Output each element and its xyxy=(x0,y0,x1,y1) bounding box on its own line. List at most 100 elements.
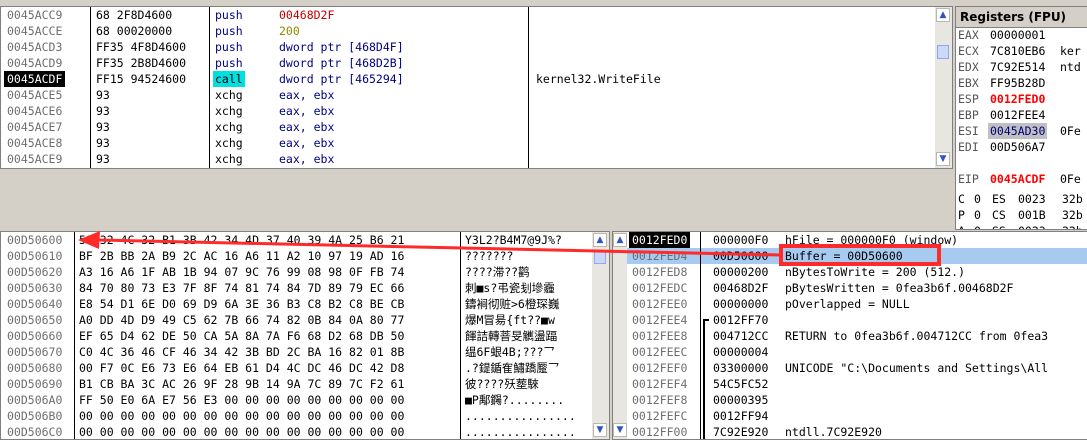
stack-row[interactable]: 0012FED0 000000F0 hFile = 000000F0 (window… xyxy=(627,232,1087,248)
stack-value: 00000200 xyxy=(713,265,769,279)
disasm-row[interactable]: 0045ACD3 FF35 4F8D4600 push dword ptr [468D… xyxy=(1,39,934,55)
stack-row[interactable]: 0012FEF0 03300000 UNICODE "C:\Documents an… xyxy=(627,360,1087,376)
registers-pane[interactable]: Registers (FPU) EAX 00000001 ECX 7C810EB6 ke… xyxy=(955,6,1087,230)
register-name: ESP xyxy=(958,92,979,106)
disasm-operand: 200 xyxy=(279,24,300,38)
register-name: ESI xyxy=(958,124,979,138)
stack-row[interactable]: 0012FEFC 0012FF94 xyxy=(627,408,1087,424)
dump-row[interactable]: 00D50600 59 32 4C 32 B1 3B 42 34 4D 37 40… xyxy=(1,232,591,248)
disasm-row[interactable]: 0045ACE6 93 xchg eax, ebx xyxy=(1,103,934,119)
stack-row[interactable]: 0012FEE4 0012FF70 xyxy=(627,312,1087,328)
dump-hex: B1 CB BA 3C AC 26 9F 28 9B 14 9A 7C 89 7… xyxy=(79,377,405,391)
register-value: 7C92E514 xyxy=(990,60,1046,74)
scroll-up-icon[interactable]: ▲ xyxy=(936,8,950,22)
stack-value: 54C5FC52 xyxy=(713,377,769,391)
register-annotation: 0Fe xyxy=(1060,124,1081,138)
dump-row[interactable]: 00D50630 84 70 80 73 E3 7F 8F 74 81 74 84… xyxy=(1,280,591,296)
dump-ascii: ................ xyxy=(465,425,576,439)
dump-address: 00D50670 xyxy=(7,345,63,359)
stack-row[interactable]: 0012FEE8 004712CC RETURN to 0fea3b6f.00471… xyxy=(627,328,1087,344)
disassembly-pane[interactable]: 0045ACC9 68 2F8D4600 push 00468D2F 0045ACCE 6… xyxy=(0,6,953,169)
dump-row[interactable]: 00D50610 BF 2B BB 2A B9 2C AC 16 A6 11 A2… xyxy=(1,248,591,264)
disasm-row[interactable]: 0045ACCE 68 00020000 push 200 xyxy=(1,23,934,39)
stack-value: 00000000 xyxy=(713,297,769,311)
stack-address: 0012FF00 xyxy=(632,425,688,439)
dump-row[interactable]: 00D506C0 00 00 00 00 00 00 00 00 00 00 00… xyxy=(1,424,591,439)
scroll-down-icon[interactable]: ▼ xyxy=(593,423,607,437)
register-annotation: ntd xyxy=(1060,60,1081,74)
col-divider xyxy=(90,7,91,168)
stack-value: 7C92E920 xyxy=(713,425,769,439)
disasm-mnemonic: push xyxy=(215,40,243,54)
scroll-up-icon[interactable]: ▲ xyxy=(593,233,607,247)
disasm-row[interactable]: 0045ACE8 93 xchg eax, ebx xyxy=(1,135,934,151)
dump-ascii: ■P鄅鐊?........ xyxy=(465,393,565,407)
call-frame-bracket xyxy=(703,408,709,424)
register-name: EBX xyxy=(958,76,979,90)
disasm-row[interactable]: 0045ACE7 93 xchg eax, ebx xyxy=(1,119,934,135)
dump-address: 00D506B0 xyxy=(7,409,63,423)
stack-row[interactable]: 0012FEE0 00000000 pOverlapped = NULL xyxy=(627,296,1087,312)
scroll-down-icon[interactable]: ▼ xyxy=(613,423,627,437)
stack-row[interactable]: 0012FEEC 00000004 xyxy=(627,344,1087,360)
dump-row[interactable]: 00D50640 E8 54 D1 6E D0 69 D9 6A 3E 36 B3… xyxy=(1,296,591,312)
dump-address: 00D50690 xyxy=(7,377,63,391)
dump-row[interactable]: 00D506B0 00 00 00 00 00 00 00 00 00 00 00… xyxy=(1,408,591,424)
stack-value: 0012FF94 xyxy=(713,409,769,423)
dump-row[interactable]: 00D50660 EF 65 D4 62 DE 50 CA 5A 8A 7A F6… xyxy=(1,328,591,344)
disasm-row[interactable]: 0045ACDF FF15 94524600 call dword ptr [4652… xyxy=(1,71,934,87)
stack-row[interactable]: 0012FED8 00000200 nBytesToWrite = 200 (512… xyxy=(627,264,1087,280)
register-name: EIP xyxy=(958,172,979,186)
stack-address: 0012FEF4 xyxy=(632,377,688,391)
scroll-thumb[interactable] xyxy=(937,45,949,59)
dump-ascii: 彼????殀塟騋 xyxy=(465,377,539,391)
segment-bits: 32b xyxy=(1062,208,1083,222)
dump-row[interactable]: 00D50670 C0 4C 36 46 CF 46 34 42 3B BD 2C… xyxy=(1,344,591,360)
scroll-up-icon[interactable]: ▲ xyxy=(613,233,627,247)
stack-comment: ntdll.7C92E920 xyxy=(785,425,882,439)
flag-name: A xyxy=(958,223,965,229)
dump-hex: A0 DD 4D D9 49 C5 62 7B 66 74 82 0B 84 0… xyxy=(79,313,405,327)
stack-row[interactable]: 0012FF00 7C92E920 ntdll.7C92E920 xyxy=(627,424,1087,439)
disasm-row[interactable]: 0045ACC9 68 2F8D4600 push 00468D2F xyxy=(1,7,934,23)
register-annotation: 0Fe xyxy=(1060,172,1081,186)
scroll-down-icon[interactable]: ▼ xyxy=(936,152,950,166)
stack-row[interactable]: 0012FEDC 00468D2F pBytesWritten = 0fea3b6f… xyxy=(627,280,1087,296)
disassembly-scrollbar[interactable]: ▲ ▼ xyxy=(935,7,952,168)
dump-scrollbar[interactable]: ▲ ▼ xyxy=(592,232,609,439)
col-divider xyxy=(460,232,461,439)
disasm-bytes: 68 00020000 xyxy=(96,24,173,38)
register-value: 00D506A7 xyxy=(990,140,1046,154)
disasm-operand: eax, ebx xyxy=(279,152,335,166)
stack-row[interactable]: 0012FEF8 00000395 xyxy=(627,392,1087,408)
dump-row[interactable]: 00D506A0 FF 50 E0 6A E7 56 E3 00 00 00 00… xyxy=(1,392,591,408)
dump-row[interactable]: 00D50690 B1 CB BA 3C AC 26 9F 28 9B 14 9A… xyxy=(1,376,591,392)
disasm-comment: kernel32.WriteFile xyxy=(536,72,661,86)
disasm-row[interactable]: 0045ACE9 93 xchg eax, ebx xyxy=(1,151,934,167)
stack-row[interactable]: 0012FED4 00D50600 Buffer = 00D50600 xyxy=(627,248,1087,264)
disasm-address: 0045ACE9 xyxy=(7,152,63,166)
stack-value: 00000004 xyxy=(713,345,769,359)
stack-scrollbar[interactable]: ▲ ▼ xyxy=(613,232,627,439)
call-frame-bracket xyxy=(703,392,709,408)
dump-pane[interactable]: 00D50600 59 32 4C 32 B1 3B 42 34 4D 37 40… xyxy=(0,231,610,440)
stack-comment: RETURN to 0fea3b6f.004712CC from 0fea3 xyxy=(785,329,1049,343)
register-value: FF95B28D xyxy=(990,76,1046,90)
dump-address: 00D50650 xyxy=(7,313,63,327)
disasm-operand: dword ptr [468D2B] xyxy=(279,56,404,70)
segment-bits: 32b xyxy=(1062,223,1083,229)
dump-row[interactable]: 00D50620 A3 16 A6 1F AB 1B 94 07 9C 76 99… xyxy=(1,264,591,280)
dump-row[interactable]: 00D50650 A0 DD 4D D9 49 C5 62 7B 66 74 82… xyxy=(1,312,591,328)
scroll-thumb[interactable] xyxy=(594,250,606,264)
disasm-row[interactable]: 0045ACE5 93 xchg eax, ebx xyxy=(1,87,934,103)
dump-row[interactable]: 00D50680 00 F7 0C E6 73 E6 64 EB 61 D4 4C… xyxy=(1,360,591,376)
disasm-address: 0045ACE7 xyxy=(7,120,63,134)
disasm-operand: 00468D2F xyxy=(279,8,335,22)
dump-address: 00D50680 xyxy=(7,361,63,375)
stack-pane[interactable]: ▲ ▼ 0012FED0 000000F0 hFile = 000000F0 (wi… xyxy=(612,231,1087,440)
disasm-row[interactable]: 0045ACD9 FF35 2B8D4600 push dword ptr [468D… xyxy=(1,55,934,71)
stack-comment: Buffer = 00D50600 xyxy=(785,249,903,263)
stack-row[interactable]: 0012FEF4 54C5FC52 xyxy=(627,376,1087,392)
disasm-bytes: 93 xyxy=(96,152,110,166)
disasm-mnemonic: xchg xyxy=(215,88,243,102)
